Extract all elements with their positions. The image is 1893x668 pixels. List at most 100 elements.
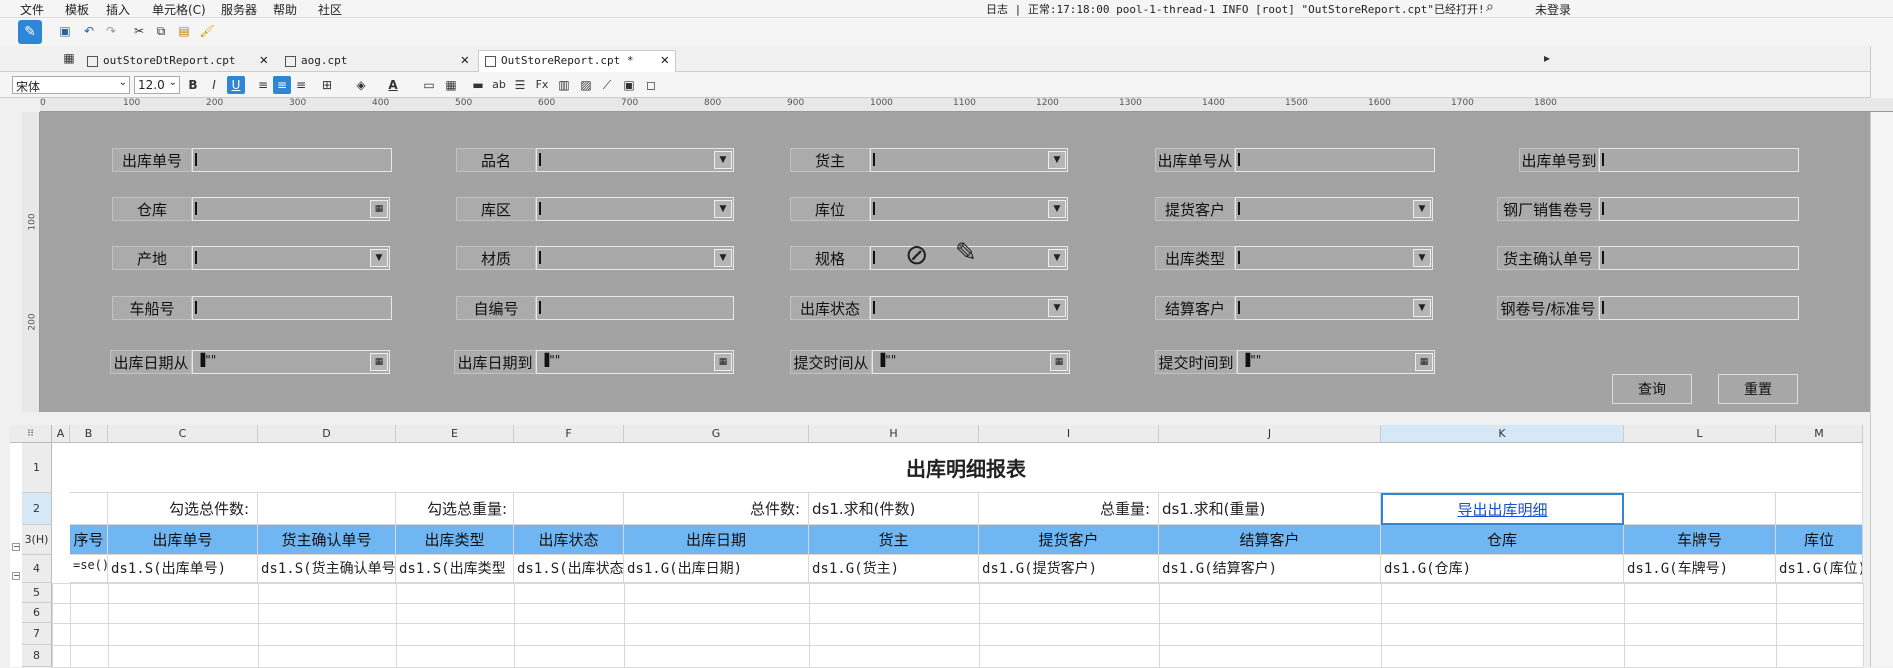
- total-weight-value[interactable]: ds1.求和(重量): [1159, 493, 1381, 525]
- calendar-icon[interactable]: ▦: [1050, 353, 1068, 371]
- align-center-icon[interactable]: ≡: [273, 76, 291, 94]
- input-owner-confirm-no[interactable]: [1599, 246, 1799, 270]
- text-icon[interactable]: ab: [490, 76, 508, 94]
- col-header-i[interactable]: I: [979, 425, 1159, 443]
- formula-cell[interactable]: ds1.G(出库日期): [624, 555, 809, 583]
- close-icon[interactable]: ✕: [461, 52, 469, 68]
- redo-icon[interactable]: ↷: [102, 22, 120, 40]
- input-coil-no[interactable]: [1599, 296, 1799, 320]
- format-brush-icon[interactable]: 🖌: [198, 22, 216, 40]
- calendar-icon[interactable]: ▦: [370, 353, 388, 371]
- col-header-b[interactable]: B: [70, 425, 108, 443]
- col-header-a[interactable]: A: [52, 425, 70, 443]
- font-size-select[interactable]: 12.0 ⌄: [134, 76, 180, 94]
- cell-l2[interactable]: [1624, 493, 1776, 525]
- paragraph-icon[interactable]: ☰: [511, 76, 529, 94]
- dropdown-icon[interactable]: ▼: [1048, 299, 1066, 317]
- input-out-no-to[interactable]: [1599, 148, 1799, 172]
- date-submit-to[interactable]: ▐"" ▦: [1237, 350, 1435, 374]
- dropdown-icon[interactable]: ▼: [1048, 200, 1066, 218]
- formula-cell[interactable]: ds1.S(出库状态): [514, 555, 624, 583]
- header-cell[interactable]: 提货客户: [979, 525, 1159, 555]
- slash-icon[interactable]: ⟋: [598, 76, 616, 94]
- italic-button[interactable]: I: [205, 76, 223, 94]
- header-cell[interactable]: 结算客户: [1159, 525, 1381, 555]
- close-icon[interactable]: ✕: [260, 52, 268, 68]
- col-header-g[interactable]: G: [624, 425, 809, 443]
- header-cell[interactable]: 出库类型: [396, 525, 514, 555]
- collapse-icon[interactable]: −: [12, 543, 20, 551]
- row-header-7[interactable]: 7: [22, 623, 52, 645]
- select-location[interactable]: ▼: [870, 197, 1068, 221]
- header-cell[interactable]: 库位: [1776, 525, 1863, 555]
- dropdown-icon[interactable]: ▼: [714, 200, 732, 218]
- header-cell[interactable]: 出库状态: [514, 525, 624, 555]
- date-out-to[interactable]: ▐"" ▦: [536, 350, 734, 374]
- fill-color-icon[interactable]: ◈: [352, 76, 370, 94]
- select-out-status[interactable]: ▼: [870, 296, 1068, 320]
- dropdown-icon[interactable]: ▼: [714, 249, 732, 267]
- select-all-corner[interactable]: ⁝⁝: [10, 425, 52, 443]
- row-header-5[interactable]: 5: [22, 583, 52, 603]
- col-header-c[interactable]: C: [108, 425, 258, 443]
- col-header-j[interactable]: J: [1159, 425, 1381, 443]
- dropdown-icon[interactable]: ▼: [1048, 151, 1066, 169]
- header-cell[interactable]: 车牌号: [1624, 525, 1776, 555]
- date-out-from[interactable]: ▐"" ▦: [192, 350, 390, 374]
- edit-pencil-icon[interactable]: ✎: [955, 238, 977, 268]
- calendar-icon[interactable]: ▦: [1415, 353, 1433, 371]
- designer-logo-icon[interactable]: ✎: [18, 20, 42, 44]
- select-origin[interactable]: ▼: [192, 246, 390, 270]
- save-icon[interactable]: ▣: [56, 22, 74, 40]
- formula-cell[interactable]: ds1.G(库位): [1776, 555, 1863, 583]
- align-right-icon[interactable]: ≡: [292, 76, 310, 94]
- menu-file[interactable]: 文件: [20, 1, 44, 18]
- row-header-4[interactable]: 4: [22, 555, 52, 583]
- input-self-no[interactable]: [536, 296, 734, 320]
- login-status[interactable]: 未登录: [1535, 1, 1571, 18]
- align-left-icon[interactable]: ≡: [254, 76, 272, 94]
- checked-count-label[interactable]: 勾选总件数:: [108, 493, 258, 525]
- menu-community[interactable]: 社区: [318, 1, 342, 18]
- dropdown-icon[interactable]: ▼: [1048, 249, 1066, 267]
- col-header-k[interactable]: K: [1381, 425, 1624, 443]
- menu-cell[interactable]: 单元格(C): [152, 1, 206, 18]
- formula-cell[interactable]: ds1.G(仓库): [1381, 555, 1624, 583]
- select-pickup-customer[interactable]: ▼: [1235, 197, 1433, 221]
- undo-icon[interactable]: ↶: [80, 22, 98, 40]
- tab-outstoredtreport[interactable]: outStoreDtReport.cpt ✕: [80, 50, 275, 72]
- cut-icon[interactable]: ✂: [130, 22, 148, 40]
- chart-icon[interactable]: ▥: [555, 76, 573, 94]
- split-cells-icon[interactable]: ▦: [442, 76, 460, 94]
- header-cell[interactable]: 序号: [70, 525, 108, 555]
- image-icon[interactable]: ▨: [577, 76, 595, 94]
- row-header-1[interactable]: 1: [22, 443, 52, 493]
- total-count-value[interactable]: ds1.求和(件数): [809, 493, 979, 525]
- tree-select-icon[interactable]: ▦: [370, 200, 388, 218]
- cell-m2[interactable]: [1776, 493, 1863, 525]
- input-out-no-from[interactable]: [1235, 148, 1435, 172]
- export-detail-link[interactable]: 导出出库明细: [1457, 499, 1547, 520]
- bold-button[interactable]: B: [184, 76, 202, 94]
- close-icon[interactable]: ✕: [661, 52, 669, 68]
- collapse-icon[interactable]: −: [12, 572, 20, 580]
- formula-icon[interactable]: Fx: [533, 76, 551, 94]
- checked-weight-label[interactable]: 勾选总重量:: [396, 493, 514, 525]
- total-weight-label[interactable]: 总重量:: [979, 493, 1159, 525]
- formula-cell[interactable]: ds1.S(货主确认单号): [258, 555, 396, 583]
- row-header-6[interactable]: 6: [22, 603, 52, 623]
- select-owner[interactable]: ▼: [870, 148, 1068, 172]
- formula-cell[interactable]: ds1.G(货主): [809, 555, 979, 583]
- header-cell[interactable]: 仓库: [1381, 525, 1624, 555]
- search-icon[interactable]: ⌕: [1486, 0, 1494, 15]
- select-settle-customer[interactable]: ▼: [1235, 296, 1433, 320]
- font-family-select[interactable]: 宋体 ⌄: [12, 76, 130, 94]
- menu-help[interactable]: 帮助: [273, 1, 297, 18]
- formula-cell[interactable]: ds1.G(结算客户): [1159, 555, 1381, 583]
- subreport-icon[interactable]: ▣: [620, 76, 638, 94]
- dropdown-icon[interactable]: ▼: [370, 249, 388, 267]
- col-header-e[interactable]: E: [396, 425, 514, 443]
- header-cell[interactable]: 货主确认单号: [258, 525, 396, 555]
- row-header-3[interactable]: 3(H): [22, 525, 52, 555]
- query-button[interactable]: 查询: [1612, 374, 1692, 404]
